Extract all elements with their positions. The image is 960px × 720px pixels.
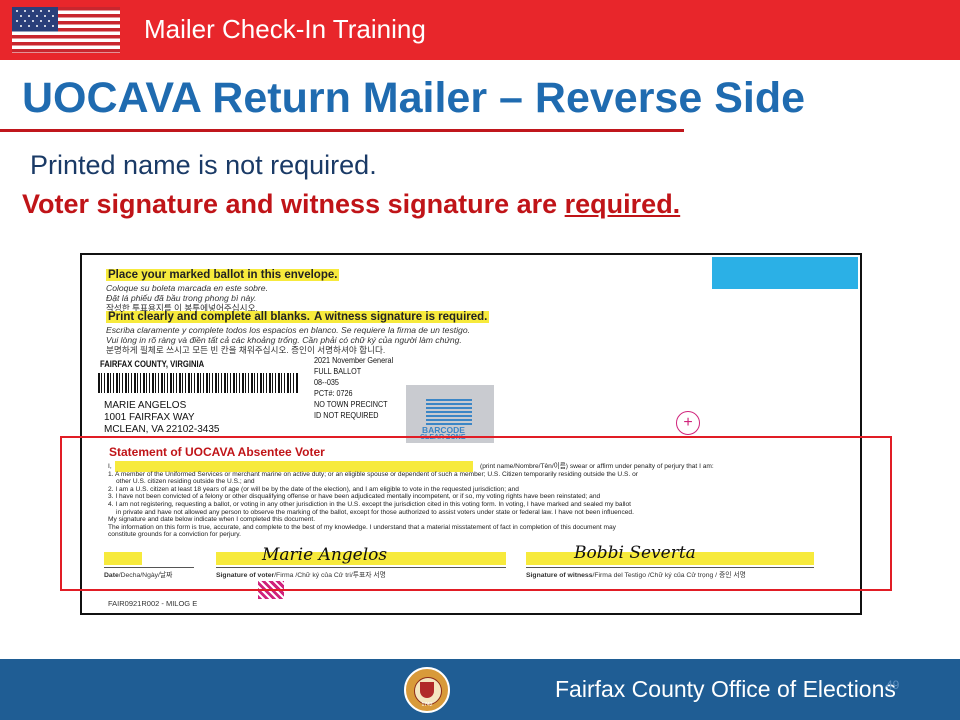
mailer-blue-block	[712, 257, 858, 289]
footer-org: Fairfax County Office of Elections	[555, 676, 896, 702]
ballot-info-line: NO TOWN PRECINCT	[314, 399, 388, 409]
ballot-info-line: 08--035	[314, 377, 339, 387]
county-seal-icon: 1742	[404, 667, 450, 713]
county-label: FAIRFAX COUNTY, VIRGINIA	[100, 359, 205, 369]
note-signatures-required: Voter signature and witness signature ar…	[22, 189, 680, 220]
ballot-info-line: ID NOT REQUIRED	[314, 410, 379, 420]
form-id: FAIR0921R002 - MILOG E	[108, 599, 198, 608]
instruction-1-title: Place your marked ballot in this envelop…	[106, 269, 340, 281]
seal-shield	[420, 682, 434, 698]
instruction-block-1: Place your marked ballot in this envelop…	[106, 265, 340, 313]
instruction-block-2: Print clearly and complete all blanks. A …	[106, 307, 490, 355]
barcode-clear-zone: BARCODE CLEAR ZONE	[406, 385, 494, 443]
address-line: MCLEAN, VA 22102-3435	[104, 424, 220, 435]
instruction-2-es: Escriba claramente y complete todos los …	[106, 325, 470, 335]
instruction-1-es: Coloque su boleta marcada en este sobre.	[106, 283, 268, 293]
note-signatures-prefix: Voter signature and witness signature ar…	[22, 189, 565, 219]
top-banner: Mailer Check-In Training	[0, 0, 960, 60]
ballot-info-line: FULL BALLOT	[314, 366, 362, 376]
address-barcode	[98, 373, 298, 393]
address-line: 1001 FAIRFAX WAY	[104, 412, 195, 423]
barcode-zone-lines	[426, 399, 472, 425]
voter-address: MARIE ANGELOS 1001 FAIRFAX WAY MCLEAN, V…	[104, 400, 219, 436]
seal-year: 1742	[421, 702, 433, 708]
banner-title: Mailer Check-In Training	[144, 14, 426, 44]
ballot-info-line: PCT#: 0726	[314, 388, 353, 398]
note-printed-name: Printed name is not required.	[30, 150, 377, 180]
instruction-1-vi: Đặt lá phiếu đã bầu trong phong bì này.	[106, 293, 257, 303]
ballot-info: 2021 November General FULL BALLOT 08--03…	[314, 355, 393, 421]
address-line: MARIE ANGELOS	[104, 400, 187, 411]
note-required-emphasis: required.	[564, 189, 681, 219]
instruction-2-ko: 분명하게 필체로 쓰시고 모든 빈 칸을 채워주십시오. 증인이 서명하셔야 합…	[106, 345, 386, 355]
registration-plus-icon: +	[676, 411, 700, 435]
us-flag-icon	[12, 7, 120, 53]
slide-title: UOCAVA Return Mailer – Reverse Side	[22, 74, 806, 122]
ballot-info-line: 2021 November General	[314, 355, 394, 365]
slide-number: 49	[886, 678, 900, 692]
title-underline	[0, 129, 684, 132]
instruction-2-title-b: A witness signature is required.	[311, 311, 490, 323]
statement-highlight-box	[60, 436, 892, 591]
instruction-2-title-a: Print clearly and complete all blanks.	[106, 311, 312, 323]
instruction-2-vi: Vui lòng in rõ ràng và điền tất cả các k…	[106, 335, 462, 345]
